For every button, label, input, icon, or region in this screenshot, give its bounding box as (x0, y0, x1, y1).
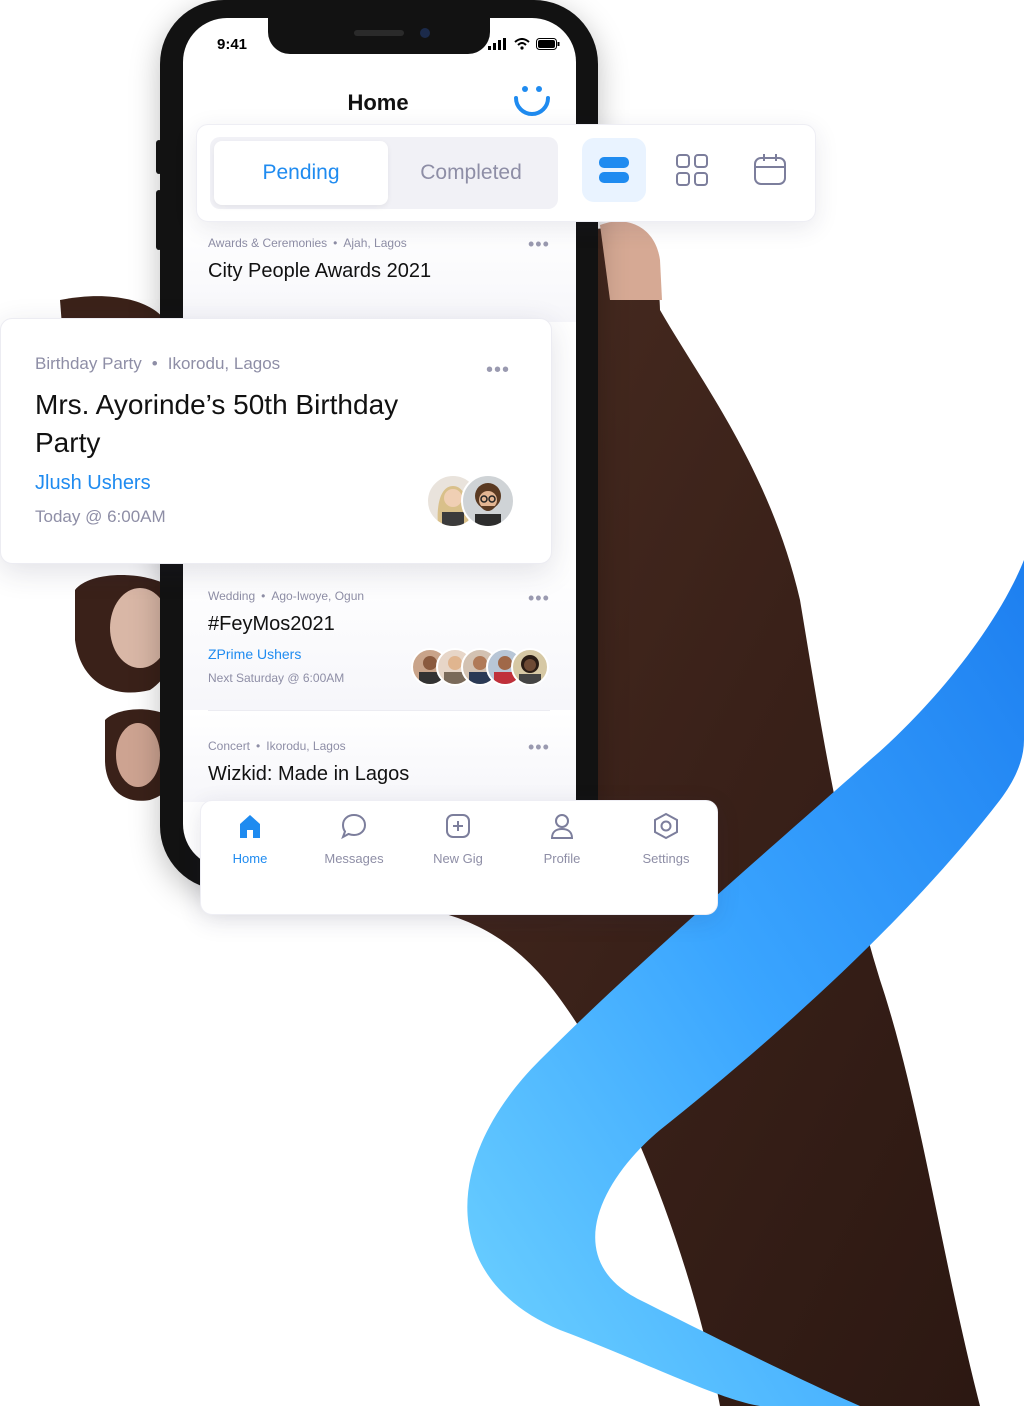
hexagon-settings-icon (654, 812, 678, 840)
nav-messages[interactable]: Messages (302, 812, 406, 866)
wifi-icon (514, 38, 530, 50)
nav-new-gig-label: New Gig (433, 851, 483, 866)
calendar-view-button[interactable] (738, 138, 802, 202)
event-agency[interactable]: Jlush Ushers (35, 472, 151, 495)
tab-pending[interactable]: Pending (214, 141, 388, 205)
event-location: Ago-Iwoye, Ogun (271, 589, 365, 603)
phone-side-button (156, 190, 162, 250)
calendar-view-icon (754, 154, 786, 185)
event-location: Ikorodu, Lagos (266, 739, 346, 753)
tab-completed[interactable]: Completed (388, 141, 554, 205)
battery-icon (536, 38, 560, 50)
event-category: Wedding (208, 589, 256, 603)
event-location: Ajah, Lagos (343, 236, 407, 250)
more-options-icon[interactable]: ••• (486, 359, 510, 382)
event-time: Next Saturday @ 6:00AM (208, 671, 345, 685)
more-options-icon[interactable]: ••• (528, 234, 550, 255)
nav-messages-label: Messages (324, 851, 384, 866)
avatar (461, 474, 515, 528)
list-view-button[interactable] (582, 138, 646, 202)
nav-settings-label: Settings (642, 851, 690, 866)
event-title: #FeyMos2021 (208, 613, 335, 635)
event-title: Mrs. Ayorinde’s 50th Birthday Party (35, 389, 399, 458)
signal-icon (488, 38, 506, 50)
event-category: Concert (208, 739, 251, 753)
event-category: Awards & Ceremonies (208, 236, 328, 250)
smile-logo-icon[interactable] (512, 82, 552, 122)
nav-profile[interactable]: Profile (510, 812, 614, 866)
nav-new-gig[interactable]: New Gig (406, 812, 510, 866)
grid-view-button[interactable] (660, 138, 724, 202)
status-time: 9:41 (217, 36, 248, 53)
more-options-icon[interactable]: ••• (528, 588, 550, 609)
more-options-icon[interactable]: ••• (528, 737, 550, 758)
user-icon (550, 814, 574, 839)
event-meta: Wedding • Ago-Iwoye, Ogun (208, 589, 365, 603)
event-meta: Awards & Ceremonies • Ajah, Lagos (208, 236, 407, 250)
event-meta: Concert • Ikorodu, Lagos (208, 739, 346, 753)
page-title: Home (347, 90, 409, 115)
status-icons (488, 38, 560, 50)
nav-settings[interactable]: Settings (614, 812, 718, 866)
phone-notch (268, 18, 490, 54)
chat-bubble-icon (341, 813, 367, 840)
plus-square-icon (446, 814, 470, 838)
home-icon (240, 815, 260, 838)
event-title: Wizkid: Made in Lagos (208, 763, 410, 785)
divider (208, 710, 550, 711)
event-agency[interactable]: ZPrime Ushers (208, 646, 301, 662)
event-category: Birthday Party (35, 354, 142, 373)
event-title: City People Awards 2021 (208, 260, 432, 282)
list-view-icon (599, 157, 629, 183)
grid-view-icon (676, 154, 708, 186)
event-location: Ikorodu, Lagos (167, 354, 281, 373)
avatar (511, 648, 549, 686)
list-item[interactable] (183, 712, 576, 802)
nav-home-label: Home (232, 851, 268, 866)
nav-profile-label: Profile (543, 851, 581, 866)
event-time: Today @ 6:00AM (35, 507, 166, 526)
phone-side-button (156, 140, 162, 174)
event-meta: Birthday Party • Ikorodu, Lagos (35, 354, 281, 373)
nav-home[interactable]: Home (198, 812, 302, 866)
